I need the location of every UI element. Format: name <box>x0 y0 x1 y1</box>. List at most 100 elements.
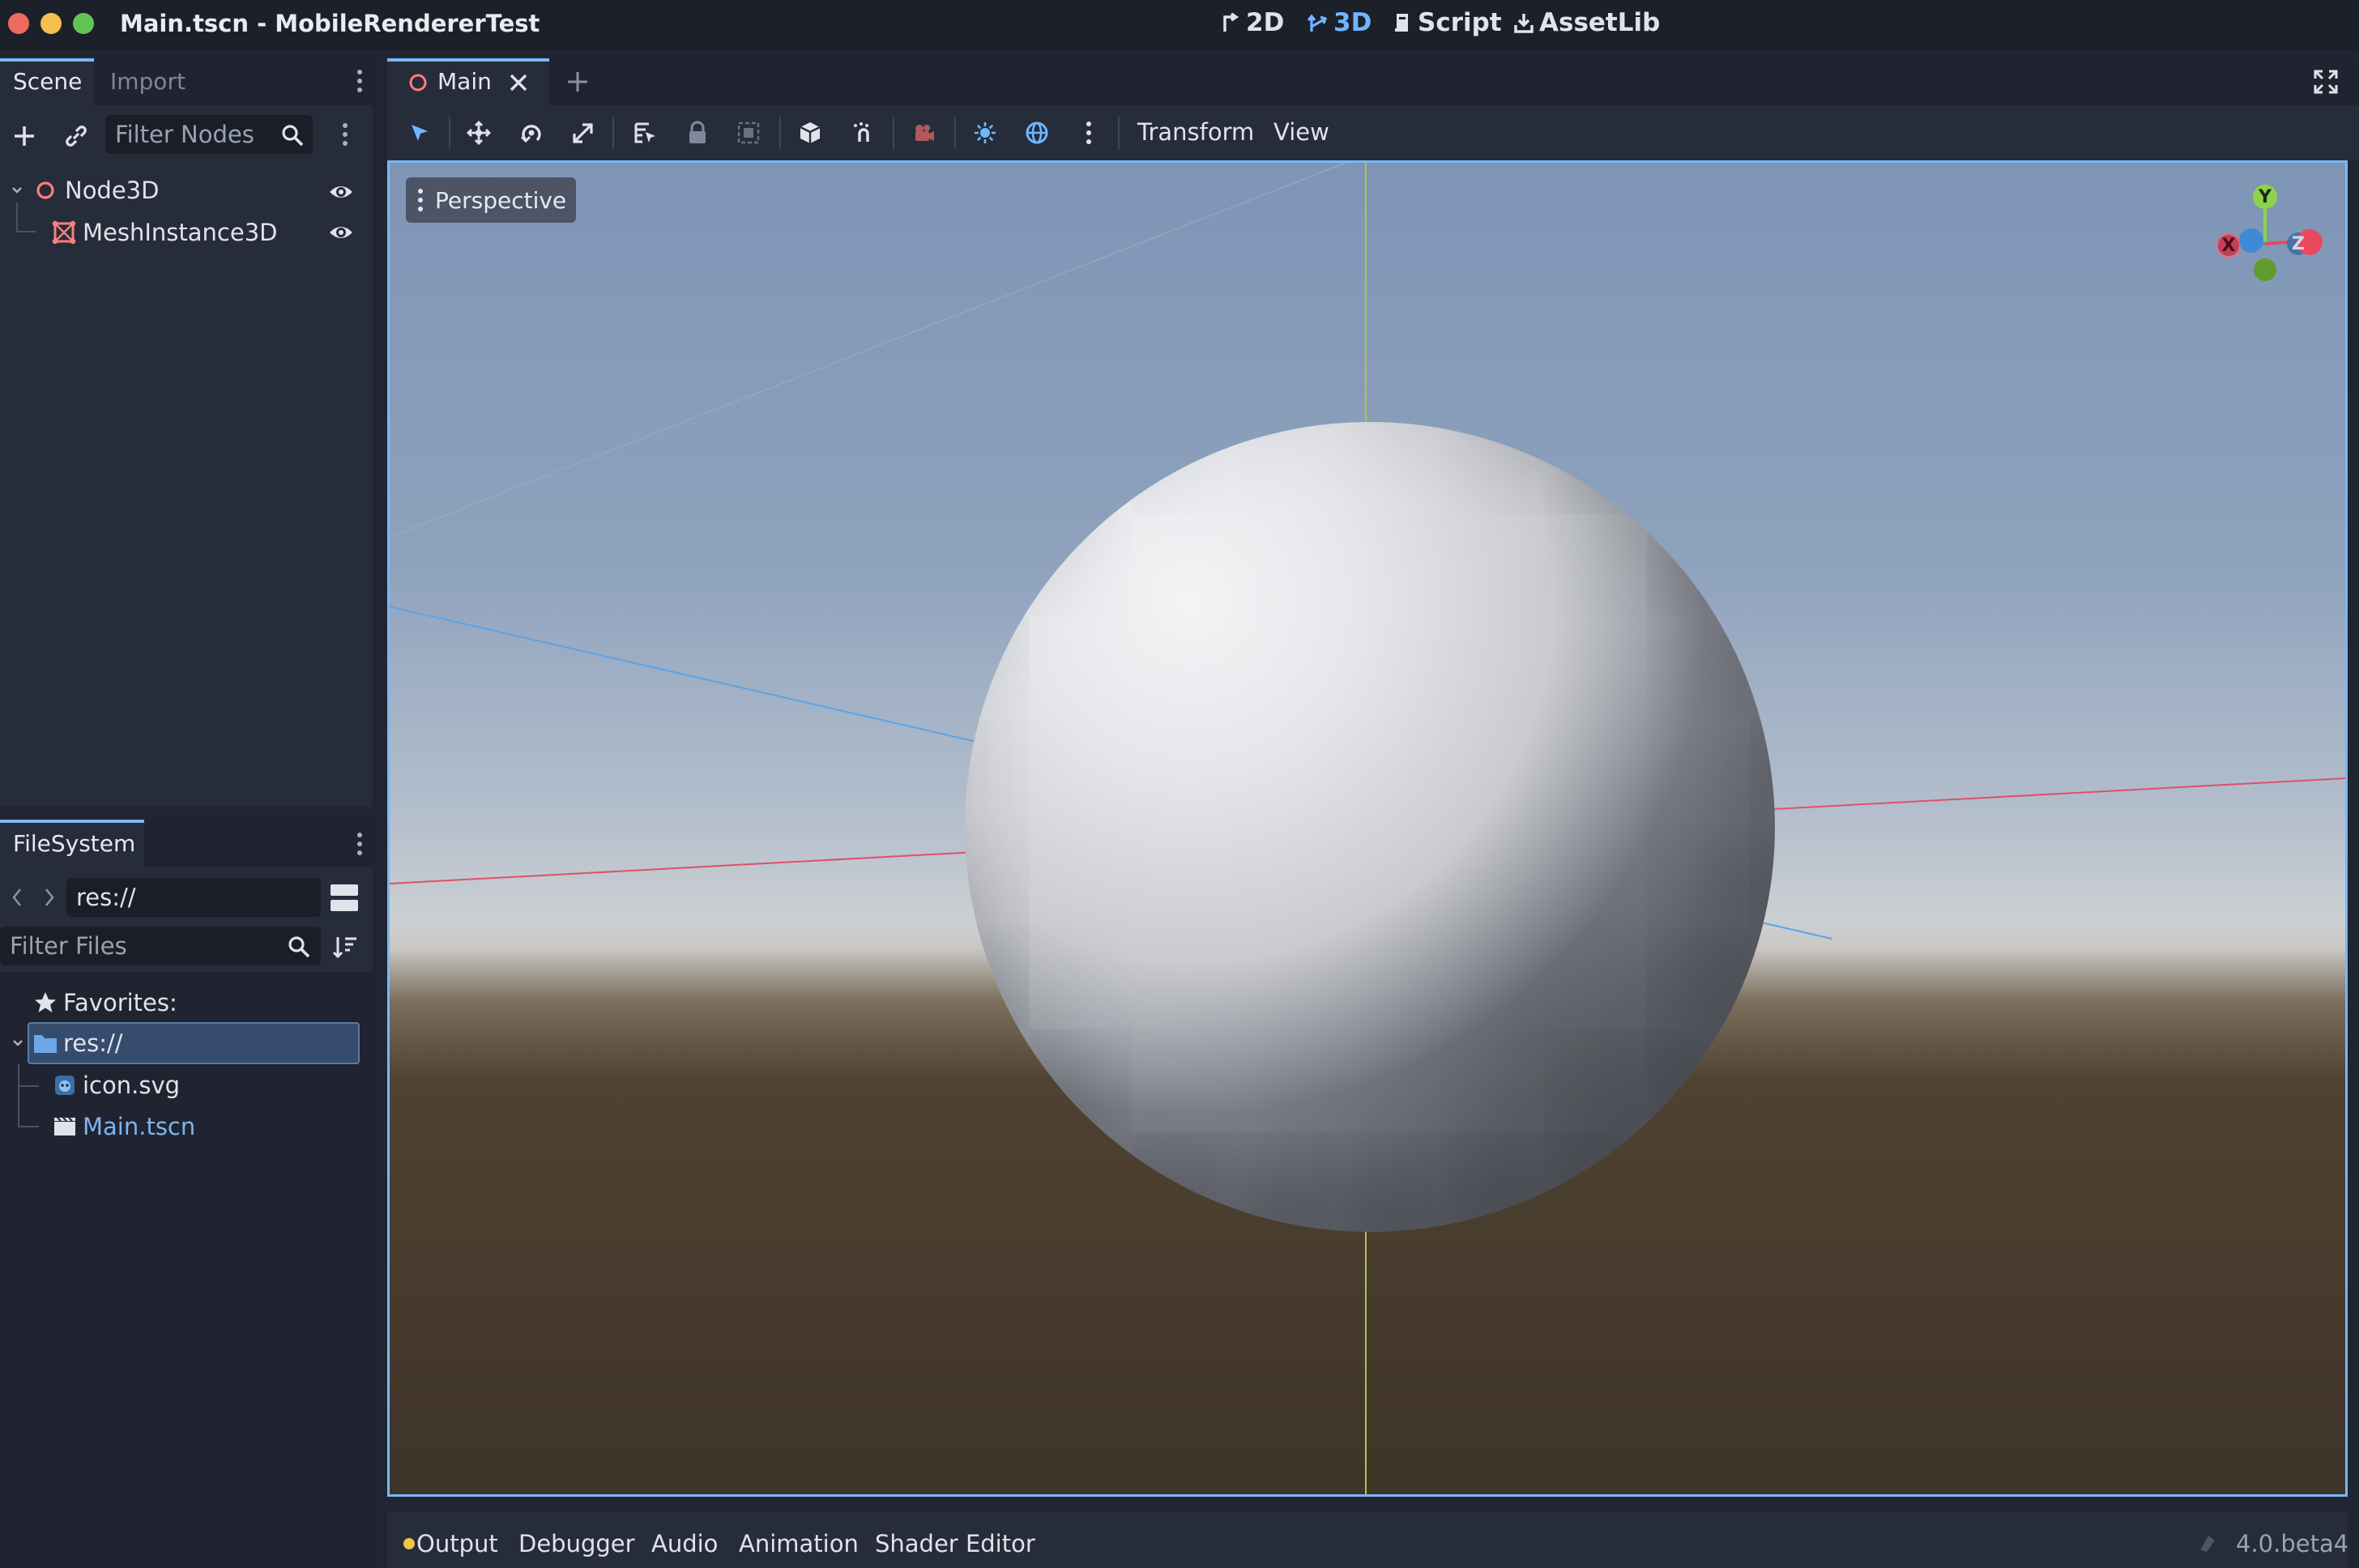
tree-guide-line <box>18 1126 39 1127</box>
tab-import[interactable]: Import <box>110 68 186 95</box>
search-icon <box>279 121 306 149</box>
bottom-tab-shader-editor[interactable]: Shader Editor <box>875 1530 1035 1557</box>
node-name: MeshInstance3D <box>83 219 278 246</box>
favorites-row: Favorites: <box>28 987 177 1018</box>
eye-icon[interactable] <box>327 178 355 206</box>
tree-guide-line <box>16 231 36 232</box>
preview-options-menu-icon[interactable] <box>1086 121 1092 144</box>
tree-node-meshinstance3d[interactable]: MeshInstance3D <box>45 216 277 249</box>
viewport-menu-dots-icon <box>417 189 424 211</box>
folder-row-res[interactable]: res:// <box>8 1027 123 1059</box>
meshinstance-icon <box>45 220 83 245</box>
sphere-mesh[interactable] <box>965 422 1775 1232</box>
image-file-icon <box>47 1075 83 1096</box>
group-icon[interactable] <box>736 120 761 146</box>
window-maximize-button[interactable] <box>73 13 94 34</box>
toolbar-separator <box>954 117 956 149</box>
path-input[interactable]: res:// <box>66 878 321 917</box>
split-view-toggle-icon[interactable] <box>331 884 358 912</box>
workspace-label: AssetLib <box>1539 8 1661 37</box>
tab-scene-label: Scene <box>13 68 83 95</box>
snap-icon[interactable] <box>851 120 877 146</box>
transform-menu[interactable]: Transform <box>1137 118 1254 146</box>
window-title: Main.tscn - MobileRendererTest <box>120 10 540 37</box>
folder-icon <box>28 1033 63 1054</box>
perspective-label: Perspective <box>435 186 567 214</box>
search-icon <box>285 933 313 961</box>
gizmo-z-label: Z <box>2292 234 2305 254</box>
workspace-label: 3D <box>1333 8 1372 37</box>
favorites-label: Favorites: <box>63 989 177 1016</box>
sort-icon[interactable] <box>331 933 360 961</box>
add-scene-tab-icon[interactable] <box>564 68 591 96</box>
scale-mode-icon[interactable] <box>570 120 596 146</box>
local-space-cube-icon[interactable] <box>797 120 823 146</box>
bottom-tab-debugger[interactable]: Debugger <box>518 1530 635 1557</box>
view-menu[interactable]: View <box>1273 118 1329 146</box>
window-minimize-button[interactable] <box>41 13 62 34</box>
toolbar-separator <box>893 117 894 149</box>
node3d-icon <box>407 71 429 94</box>
bottom-tab-output[interactable]: Output <box>416 1530 498 1557</box>
version-label: 4.0.beta4 <box>2236 1530 2349 1557</box>
distraction-free-icon[interactable] <box>2312 68 2340 96</box>
tree-guide-line <box>16 202 18 232</box>
scene-dock-menu-icon[interactable] <box>356 70 363 92</box>
axis-gizmo[interactable]: Y X Z <box>2204 179 2326 309</box>
window-close-button[interactable] <box>8 13 29 34</box>
toolbar-separator <box>612 117 614 149</box>
output-notification-dot <box>403 1538 415 1549</box>
tree-guide-line <box>18 1064 19 1126</box>
node3d-icon <box>26 179 65 202</box>
tree-node-node3d[interactable]: Node3D <box>8 174 159 207</box>
camera-preview-icon[interactable] <box>911 120 936 146</box>
back-chevron-icon[interactable] <box>8 884 26 910</box>
add-node-icon[interactable] <box>10 121 39 151</box>
chevron-down-icon[interactable] <box>8 184 26 197</box>
filter-files-input[interactable]: Filter Files <box>0 927 321 965</box>
tree-guide-line <box>18 1085 39 1087</box>
3d-viewport[interactable]: Perspective Y X Z <box>387 160 2348 1497</box>
forward-chevron-icon[interactable] <box>41 884 58 910</box>
select-mode-icon[interactable] <box>407 120 433 146</box>
bottom-tab-audio[interactable]: Audio <box>651 1530 718 1557</box>
eye-icon[interactable] <box>327 219 355 246</box>
rotate-mode-icon[interactable] <box>518 120 544 146</box>
assetlib-icon <box>1512 11 1536 35</box>
script-icon <box>1390 11 1414 35</box>
workspace-3d-button[interactable]: 3D <box>1306 8 1371 37</box>
file-row-icon-svg[interactable]: icon.svg <box>47 1069 180 1101</box>
chevron-down-icon[interactable] <box>8 1037 28 1050</box>
filesystem-dock-menu-icon[interactable] <box>356 833 363 855</box>
update-spinner-icon[interactable] <box>2195 1531 2220 1555</box>
instance-scene-link-icon[interactable] <box>62 121 91 151</box>
bottom-tab-animation[interactable]: Animation <box>739 1530 859 1557</box>
gizmo-y-label: Y <box>2258 187 2272 207</box>
environment-preview-icon[interactable] <box>1024 120 1050 146</box>
2d-icon <box>1218 11 1243 35</box>
tab-main-label: Main <box>437 68 492 95</box>
move-mode-icon[interactable] <box>466 120 492 146</box>
sun-preview-icon[interactable] <box>972 120 998 146</box>
scene-file-icon <box>47 1117 83 1136</box>
star-icon <box>28 991 63 1015</box>
gizmo-x-label: X <box>2222 236 2236 256</box>
viewport-toolbar <box>387 105 2359 160</box>
scene-tabbar <box>387 58 2359 105</box>
scene-dock <box>0 105 373 807</box>
lock-icon[interactable] <box>685 120 710 146</box>
perspective-menu-button[interactable]: Perspective <box>406 177 577 223</box>
close-icon[interactable] <box>506 70 531 96</box>
workspace-2d-button[interactable]: 2D <box>1218 8 1284 37</box>
file-name: icon.svg <box>83 1072 181 1099</box>
scene-options-menu-icon[interactable] <box>342 123 348 146</box>
workspace-script-button[interactable]: Script <box>1390 8 1502 37</box>
workspace-label: 2D <box>1246 8 1285 37</box>
workspace-assetlib-button[interactable]: AssetLib <box>1512 8 1660 37</box>
tab-filesystem-label: FileSystem <box>13 830 136 857</box>
file-row-main-tscn[interactable]: Main.tscn <box>47 1110 195 1143</box>
toolbar-separator <box>779 117 781 149</box>
workspace-label: Script <box>1418 8 1502 37</box>
list-select-icon[interactable] <box>632 120 658 146</box>
folder-name: res:// <box>63 1029 123 1057</box>
